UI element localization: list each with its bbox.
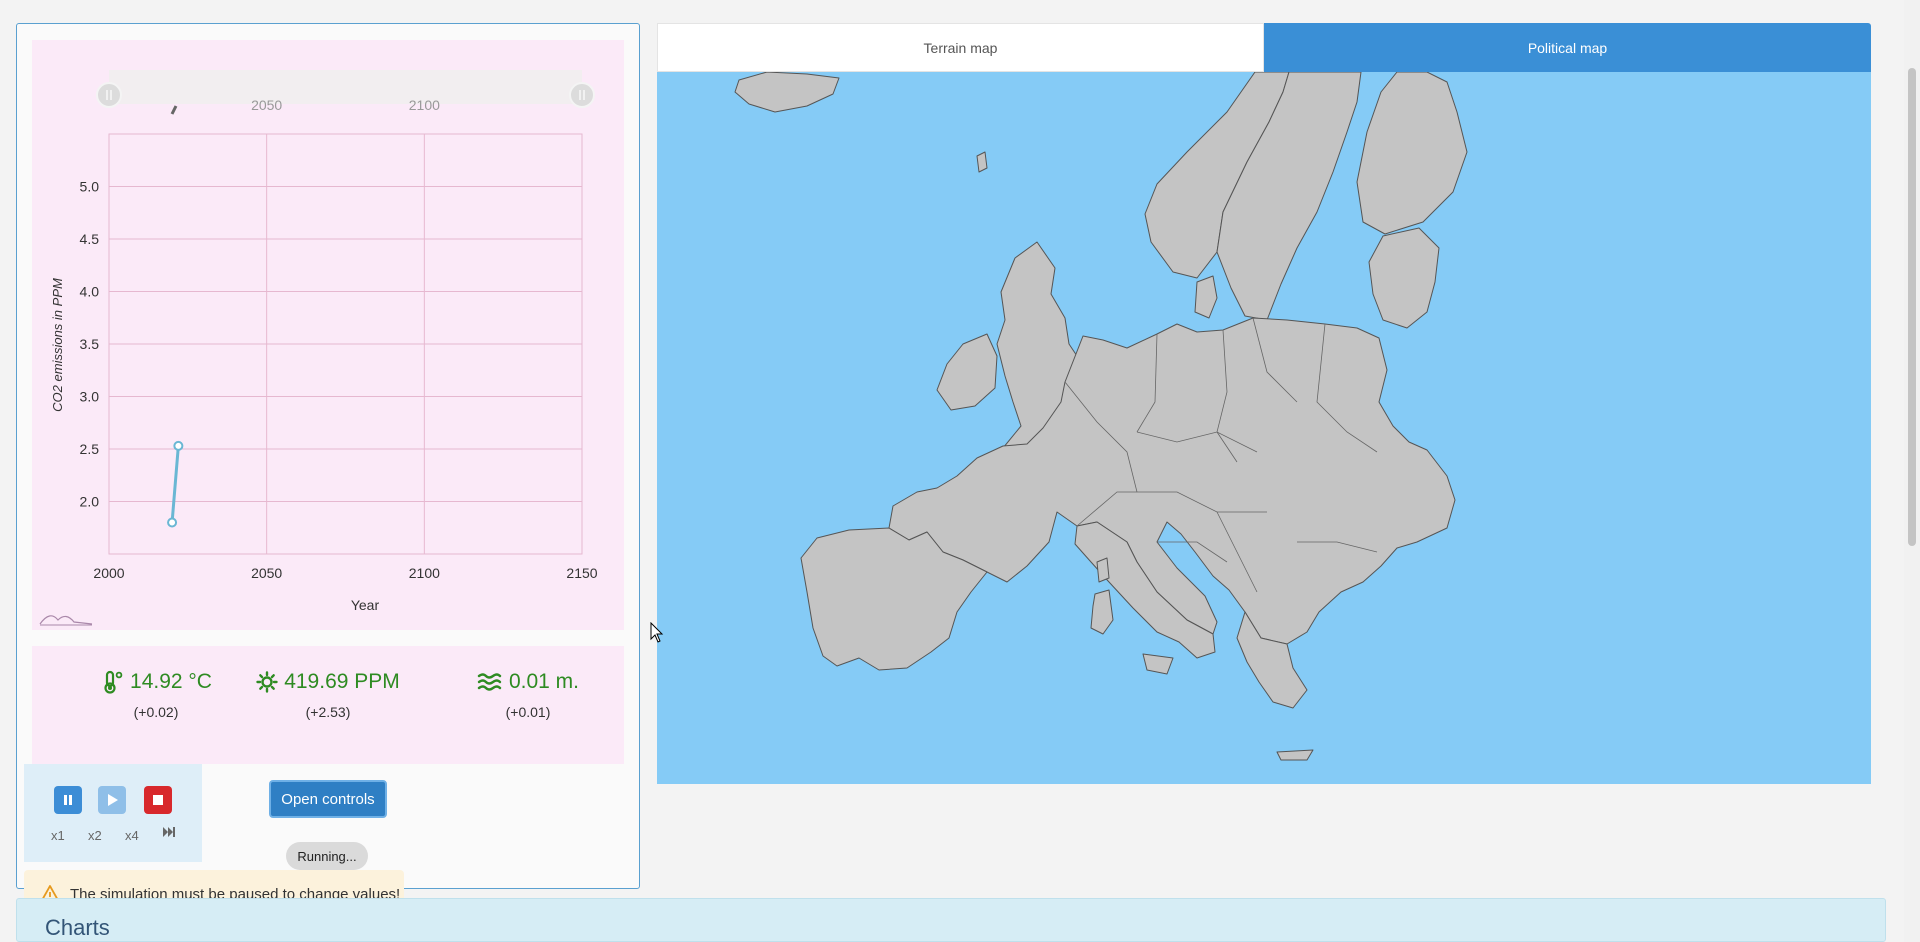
co2-series-line: [170, 445, 180, 523]
range-slider-right-handle[interactable]: [569, 82, 595, 108]
tab-terrain-map[interactable]: Terrain map: [657, 23, 1264, 72]
sparkline-icon: [39, 615, 93, 625]
co2-chart-svg: 2050 2100 2.0 2.5 3.0 3.5 4.0 4.5 5.0 2000 2050 21…: [39, 70, 598, 626]
range-slider-tick-label: 2050: [251, 97, 282, 113]
scrollbar-thumb[interactable]: [1908, 68, 1916, 546]
y-tick-label: 2.0: [80, 494, 100, 510]
x-tick-label: 2000: [93, 565, 124, 581]
sea-level-stat: 0.01 m. (+0.01): [428, 670, 628, 720]
stop-button[interactable]: [144, 786, 172, 814]
co2-chart: 2050 2100 2.0 2.5 3.0 3.5 4.0 4.5 5.0 2000 2050 21…: [32, 40, 624, 630]
y-axis-label: CO2 emissions in PPM: [50, 278, 65, 412]
range-slider-mini-series: [170, 105, 178, 115]
y-tick-label: 3.0: [80, 389, 100, 405]
europe-map-svg: [734, 72, 1468, 761]
co2-stat: 419.69 PPM (+2.53): [228, 670, 428, 720]
x-axis-label: Year: [351, 597, 380, 613]
range-slider-track[interactable]: [109, 70, 582, 104]
pause-button[interactable]: [54, 786, 82, 814]
page-scrollbar[interactable]: [1904, 0, 1920, 942]
fast-forward-button[interactable]: [162, 826, 176, 841]
map-region-crete[interactable]: [1276, 749, 1314, 761]
speed-x1[interactable]: x1: [51, 828, 65, 843]
y-tick-label: 5.0: [80, 179, 100, 195]
x-tick-label: 2050: [251, 565, 282, 581]
charts-section[interactable]: Charts: [16, 898, 1886, 942]
range-slider-left-handle[interactable]: [96, 82, 122, 108]
tab-political-map[interactable]: Political map: [1264, 23, 1871, 72]
playback-controls: x1 x2 x4: [24, 764, 202, 862]
co2-delta: (+2.53): [305, 704, 351, 720]
sea-level-delta: (+0.01): [505, 704, 551, 720]
co2-data-point[interactable]: [167, 517, 178, 528]
map-region-ireland[interactable]: [936, 333, 998, 411]
temperature-value: 14.92 °C: [130, 670, 212, 693]
play-button[interactable]: [98, 786, 126, 814]
map-region-sicily[interactable]: [1142, 653, 1174, 675]
map-region-svalbard-islands[interactable]: [976, 151, 988, 173]
y-tick-label: 4.5: [80, 231, 100, 247]
sea-level-value: 0.01 m.: [508, 670, 580, 693]
sun-icon: [256, 671, 278, 693]
y-tick-label: 3.5: [80, 336, 100, 352]
map-region-sardinia[interactable]: [1090, 589, 1114, 635]
waves-icon: [477, 673, 502, 691]
y-tick-label: 2.5: [80, 441, 100, 457]
charts-title: Charts: [45, 915, 110, 940]
open-controls-button[interactable]: Open controls: [269, 780, 387, 818]
thermometer-icon: [104, 670, 123, 694]
play-icon: [108, 794, 118, 806]
speed-x4[interactable]: x4: [125, 828, 139, 843]
map-region-denmark[interactable]: [1194, 275, 1218, 319]
temperature-stat: 14.92 °C (+0.02): [56, 670, 256, 720]
map-region-baltics[interactable]: [1368, 227, 1440, 329]
range-slider-tick-label: 2100: [409, 97, 440, 113]
map-region-finland[interactable]: [1356, 72, 1468, 235]
pause-icon: [64, 795, 72, 805]
x-tick-label: 2100: [409, 565, 440, 581]
speed-x2[interactable]: x2: [88, 828, 102, 843]
mouse-cursor-icon: [650, 622, 664, 643]
x-tick-label: 2150: [566, 565, 597, 581]
co2-value: 419.69 PPM: [284, 670, 400, 693]
y-tick-label: 4.0: [80, 284, 100, 300]
stats-panel: 14.92 °C (+0.02) 419.69 PPM (+2.53) 0.01…: [32, 646, 624, 764]
map-tabs: Terrain map Political map: [657, 23, 1871, 72]
fast-forward-icon: [163, 827, 175, 837]
co2-data-point[interactable]: [173, 440, 184, 451]
map-region-corsica[interactable]: [1096, 557, 1110, 583]
status-badge: Running...: [286, 842, 368, 870]
europe-map[interactable]: [657, 72, 1871, 784]
temperature-delta: (+0.02): [133, 704, 179, 720]
map-region-iceland[interactable]: [734, 72, 840, 113]
stop-icon: [153, 795, 163, 805]
